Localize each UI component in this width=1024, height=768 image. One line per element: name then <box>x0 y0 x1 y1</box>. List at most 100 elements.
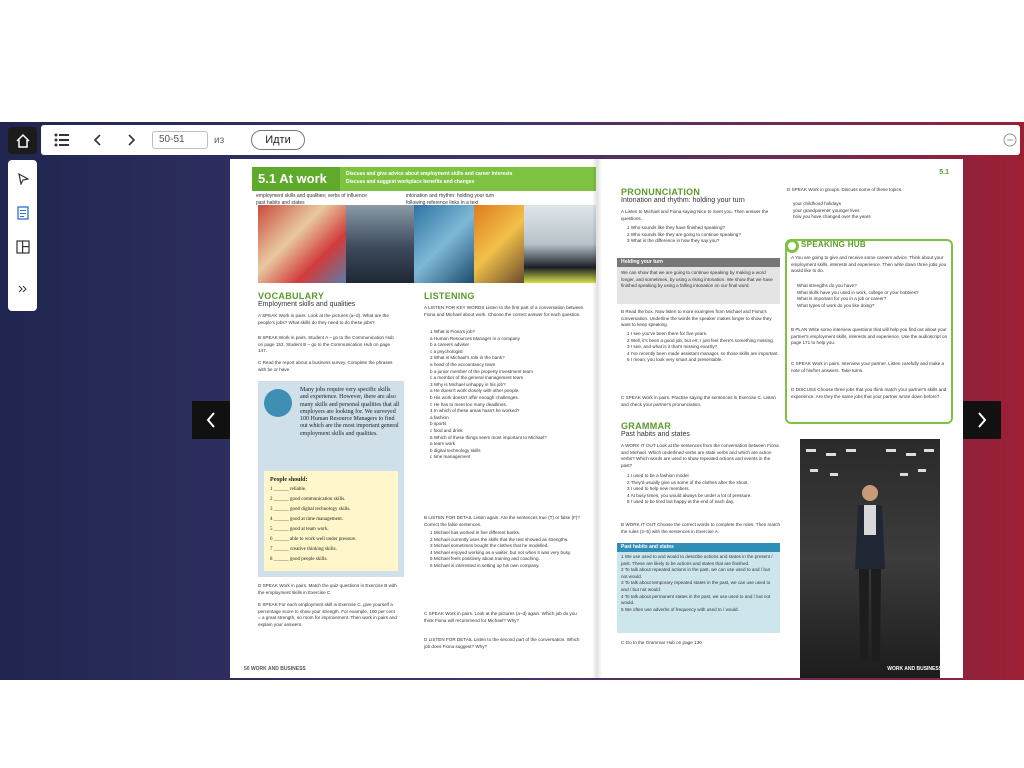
sentence-item: 1 I used to be a fashion model. <box>627 473 690 478</box>
unit-title: 5.1 At work <box>252 167 340 191</box>
answer-option: c a psychologist <box>430 348 463 354</box>
speak-exercise-d: D SPEAK Work in groups. Discuss some of … <box>787 187 903 192</box>
unit-aim: Discuss and give advice about employment… <box>346 171 513 177</box>
menu-button[interactable] <box>1003 133 1017 147</box>
gram-exercise-c: C Go to the Grammar Hub on page 130. <box>621 640 703 645</box>
question-item: 2 What is Michael's role in the bank? <box>430 355 505 361</box>
hub-circle-icon <box>785 239 799 253</box>
pointer-tool[interactable] <box>8 166 37 192</box>
photo-worker <box>474 205 524 283</box>
holding-turn-box: Holding your turn We can show that we ar… <box>617 258 780 304</box>
vocab-exercise-e: E SPEAK For each employment skill in Exe… <box>258 602 397 627</box>
answer-option: c a member of the general management tea… <box>430 375 524 381</box>
gram-exercise-a: A WORK IT OUT Look at the sentences from… <box>621 443 779 468</box>
rule-item: 3 To talk about temporary repeated state… <box>621 580 771 592</box>
answer-option: a head of the accountancy team <box>430 361 496 367</box>
photo-fashion-model <box>800 439 940 678</box>
question-item: 3 Why is Michael unhappy in his job? <box>430 381 506 387</box>
prev-spread-button[interactable] <box>192 401 230 439</box>
page-number-input[interactable]: 50-51 <box>152 131 208 149</box>
pron-exercise-a: A Listen to Michael and Fiona saying Nic… <box>621 209 769 221</box>
layout-tool[interactable] <box>8 234 37 260</box>
left-page-footer: 50 WORK AND BUSINESS <box>244 666 306 672</box>
notes-tool[interactable] <box>8 200 37 226</box>
model-figure <box>855 485 885 661</box>
vocab-exercise-b: B SPEAK Work in pairs. Student A – go to… <box>258 335 394 354</box>
list-icon <box>54 133 69 147</box>
next-page-button[interactable] <box>124 131 138 149</box>
question-item: 1 What is Fiona's job? <box>430 329 476 334</box>
prompt-item: What types of work do you like doing? <box>797 302 875 308</box>
statement-item: 5 Michael feels positively about trainin… <box>430 556 540 562</box>
unit-tag: 5.1 <box>939 169 949 176</box>
hub-a-items: What strengths do you have? What skills … <box>797 283 949 309</box>
statement-item: 6 Michael is interested in setting up hi… <box>430 562 540 568</box>
pron-a-items: 1 Who sounds like they have finished spe… <box>627 225 781 245</box>
sentence-item: 5 I used to be tired but happy at the en… <box>627 499 735 505</box>
statement-item: 2 Michael currently uses the skills that… <box>430 536 569 542</box>
home-button[interactable] <box>8 127 37 154</box>
unit-aim: Discuss and suggest workplace benefits a… <box>346 179 475 185</box>
double-chevron-icon <box>18 285 27 293</box>
should-item: 8 ______ good people skills. <box>270 557 328 562</box>
answer-option: c food and drink <box>430 427 463 433</box>
statement-item: 4 Michael enjoyed working as a waiter, b… <box>430 549 572 555</box>
vocab-exercise-c: C Read the report about a business surve… <box>258 360 393 372</box>
grammar-subheading: Past habits and states <box>621 431 690 438</box>
answer-option: c He has to meet too many deadlines. <box>430 401 508 407</box>
sentence-item: 3 I used to help new members. <box>627 486 690 492</box>
rule-item: 1 We use used to and would to describe a… <box>621 554 773 566</box>
speaking-hub-title: SPEAKING HUB <box>801 240 866 249</box>
chevron-left-icon <box>94 134 101 146</box>
sentence-item: 3 I see, and what is it that's missing e… <box>627 344 718 350</box>
people-should-box: People should: 1 ______ reliable. 2 ____… <box>264 471 398 571</box>
gram-a-items: 1 I used to be a fashion model. 2 They'd… <box>627 473 781 506</box>
ellipsis-icon <box>1003 133 1017 147</box>
sentence-item: 1 I see you've been there for five years… <box>627 331 708 336</box>
sentence-item: 2 They'd usually give us some of the clo… <box>627 479 749 485</box>
answer-option: a He doesn't work closely with other peo… <box>430 388 520 394</box>
listen-exercise-a: A LISTEN FOR KEY WORDS Listen to the fir… <box>424 305 584 317</box>
question-item: 5 Which of these things seem most import… <box>430 434 547 440</box>
expand-panel-button[interactable] <box>8 276 37 302</box>
rule-item: 4 To talk about permanent states in the … <box>621 593 771 606</box>
answer-option: a team work <box>430 441 456 447</box>
listen-exercise-d: D LISTEN FOR DETAIL Listen to the second… <box>424 637 580 649</box>
photo-classroom <box>258 205 346 283</box>
topic-item: your childhood holidays <box>793 201 842 206</box>
should-item: 5 ______ good at team work. <box>270 527 329 532</box>
vocab-exercise-a: A SPEAK Work in pairs. Look at the pictu… <box>258 313 389 325</box>
hub-exercise-c: C SPEAK Work in pairs. Interview your pa… <box>791 361 945 373</box>
photo-lab <box>414 205 474 283</box>
statement-item: 3 Michael sometimes bought the clothes t… <box>430 543 549 549</box>
toc-button[interactable] <box>52 131 72 149</box>
unit-photos <box>258 205 596 283</box>
home-icon <box>15 133 30 148</box>
sentence-item: 5 I mean, you look very smart and presen… <box>627 357 723 363</box>
next-spread-button[interactable] <box>963 401 1001 439</box>
listening-heading: LISTENING <box>424 291 475 301</box>
pron-b-items: 1 I see you've been there for five years… <box>627 331 781 364</box>
holding-turn-text: We can show that we are going to continu… <box>621 270 773 289</box>
right-page: 5.1 PRONUNCIATION Intonation and rhythm:… <box>597 159 963 678</box>
speaking-hub-card: SPEAKING HUB A You are going to give and… <box>785 239 953 424</box>
answer-option: c time management <box>430 454 471 460</box>
listen-b-items: 1 Michael has worked in five different b… <box>430 530 580 570</box>
people-should-title: People should: <box>270 477 308 483</box>
pronunciation-subheading: Intonation and rhythm: holding your turn <box>621 197 745 204</box>
chevron-left-icon <box>206 412 215 428</box>
right-page-footer: WORK AND BUSINESS 51 <box>887 666 949 672</box>
sentence-item: 4 At busy times, you would always be und… <box>627 492 752 498</box>
magnifier-icon <box>264 389 292 417</box>
survey-report-box: Many jobs require very specific skills a… <box>258 381 404 577</box>
should-item: 4 ______ good at time management. <box>270 517 344 522</box>
sub-aim: intonation and rhythm: holding your turn <box>406 193 495 199</box>
go-button[interactable]: Идти <box>251 130 305 150</box>
question-item: 1 Who sounds like they have finished spe… <box>627 225 726 230</box>
listen-questions: 1 What is Fiona's job? a Human Resources… <box>430 329 580 461</box>
rule-item: 2 To talk about repeated actions in the … <box>621 567 770 579</box>
prev-page-button[interactable] <box>91 131 105 149</box>
sentence-item: 4 I've recently been made assistant mana… <box>627 350 779 356</box>
past-habits-box: Past habits and states 1 We use used to … <box>617 543 780 633</box>
prompt-item: What skills have you used in work, colle… <box>797 289 919 295</box>
